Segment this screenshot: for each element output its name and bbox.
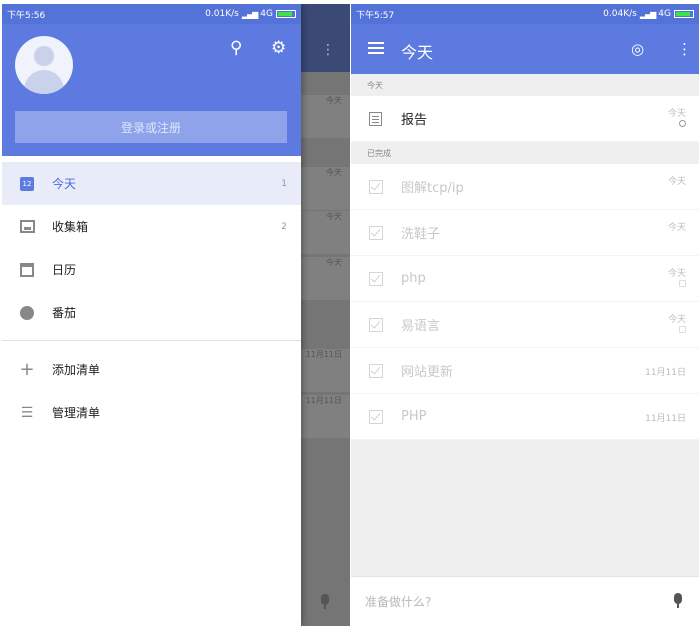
- app-bar: 下午5:57 0.04K/s ▂▄▆ 4G 今天 ◎ ⋮: [351, 4, 699, 74]
- list-settings-icon: ☰: [20, 404, 34, 421]
- task-checkbox[interactable]: [369, 225, 383, 240]
- task-row[interactable]: 图解tcp/ip 今天: [351, 164, 699, 210]
- task-checkbox[interactable]: [369, 363, 383, 378]
- task-title: 图解tcp/ip: [401, 181, 464, 196]
- note-icon: [369, 111, 382, 126]
- calendar-today-icon: 12: [20, 176, 34, 191]
- underlying-item: 11月11日: [300, 348, 350, 392]
- microphone-icon[interactable]: [673, 593, 683, 609]
- task-checkbox[interactable]: [369, 271, 383, 286]
- sidebar-item-calendar[interactable]: 日历: [2, 248, 301, 291]
- quick-add-bar: [351, 576, 699, 626]
- manage-lists-button[interactable]: ☰ 管理清单: [2, 391, 301, 434]
- navigation-drawer: 下午5:56 0.01K/s ▂▄▆ 4G ⚲ ⚙ 登录或注册 12 今天 1: [2, 4, 301, 626]
- signal-icon: ▂▄▆: [639, 9, 657, 19]
- gear-icon[interactable]: ⚙: [271, 38, 286, 58]
- sidebar-item-inbox[interactable]: 收集箱 2: [2, 205, 301, 248]
- task-title: 网站更新: [401, 365, 454, 380]
- task-row[interactable]: PHP 11月11日: [351, 394, 699, 440]
- count-badge: 1: [281, 178, 287, 189]
- task-checkbox[interactable]: [369, 317, 383, 332]
- add-list-button[interactable]: + 添加清单: [2, 348, 301, 391]
- task-date: 11月11日: [645, 368, 686, 378]
- underlying-item: 今天: [300, 166, 350, 210]
- task-title: 易语言: [401, 319, 441, 334]
- avatar[interactable]: [15, 36, 73, 94]
- left-screen: ⋮ 今天 今天 今天 今天 11月11日 11月11日 下午5:56 0.01K…: [2, 4, 350, 626]
- task-date: 今天: [667, 269, 686, 279]
- task-date: 今天: [667, 315, 686, 325]
- more-icon: ⋮: [321, 42, 335, 58]
- login-register-button[interactable]: 登录或注册: [15, 111, 287, 143]
- sidebar-item-label: 日历: [52, 263, 77, 277]
- page-title: 今天: [401, 43, 434, 62]
- task-date: 今天: [667, 177, 686, 187]
- task-date: 今天: [667, 109, 686, 119]
- tomato-timer-icon: [20, 305, 34, 320]
- search-icon[interactable]: ⚲: [230, 38, 242, 58]
- task-checkbox[interactable]: [369, 179, 383, 194]
- count-badge: 2: [281, 221, 287, 232]
- task-date: 11月11日: [645, 414, 686, 424]
- battery-icon: [674, 10, 694, 18]
- task-list: 今天 报告 今天 已完成 图解tcp/ip 今天 洗鞋子 今天 php 今天 易…: [351, 74, 699, 440]
- task-row[interactable]: php 今天: [351, 256, 699, 302]
- quick-add-input[interactable]: [365, 594, 645, 609]
- sidebar-item-label: 今天: [52, 177, 77, 191]
- task-date: 今天: [667, 223, 686, 233]
- task-title: 报告: [401, 113, 428, 128]
- section-header-today: 今天: [351, 74, 699, 96]
- sidebar-item-label: 收集箱: [52, 220, 89, 234]
- subtask-icon: [679, 326, 686, 333]
- underlying-item: 今天: [300, 210, 350, 254]
- task-title: php: [401, 271, 426, 286]
- drawer-menu: 12 今天 1 收集箱 2 日历 番茄 + 添加清单 ☰ 管理清单: [2, 162, 301, 434]
- inbox-icon: [19, 220, 35, 233]
- microphone-icon: [320, 594, 330, 610]
- section-header-completed: 已完成: [351, 142, 699, 164]
- task-row[interactable]: 网站更新 11月11日: [351, 348, 699, 394]
- sidebar-item-today[interactable]: 12 今天 1: [2, 162, 301, 205]
- clock-icon: [679, 120, 686, 127]
- task-title: PHP: [401, 409, 427, 424]
- status-bar: 下午5:56 0.01K/s ▂▄▆ 4G: [2, 4, 301, 24]
- more-icon[interactable]: ⋮: [677, 40, 692, 58]
- underlying-item: 今天: [300, 256, 350, 300]
- task-row[interactable]: 易语言 今天: [351, 302, 699, 348]
- pomodoro-focus-icon[interactable]: ◎: [631, 40, 644, 58]
- drawer-header: 下午5:56 0.01K/s ▂▄▆ 4G ⚲ ⚙ 登录或注册: [2, 4, 301, 156]
- sidebar-item-pomodoro[interactable]: 番茄: [2, 291, 301, 334]
- status-bar: 下午5:57 0.04K/s ▂▄▆ 4G: [351, 4, 699, 24]
- calendar-grid-icon: [20, 262, 34, 277]
- divider: [2, 340, 301, 341]
- task-row[interactable]: 报告 今天: [351, 96, 699, 142]
- sidebar-item-label: 番茄: [52, 306, 77, 320]
- underlying-item: 11月11日: [300, 394, 350, 438]
- plus-icon: +: [19, 359, 35, 380]
- underlying-item: 今天: [300, 94, 350, 138]
- subtask-icon: [679, 280, 686, 287]
- right-screen: 下午5:57 0.04K/s ▂▄▆ 4G 今天 ◎ ⋮ 今天 报告 今天 已完…: [351, 4, 699, 626]
- battery-icon: [276, 10, 296, 18]
- signal-icon: ▂▄▆: [241, 9, 259, 19]
- task-row[interactable]: 洗鞋子 今天: [351, 210, 699, 256]
- hamburger-menu-icon[interactable]: [368, 42, 384, 54]
- task-checkbox[interactable]: [369, 409, 383, 424]
- task-title: 洗鞋子: [401, 227, 441, 242]
